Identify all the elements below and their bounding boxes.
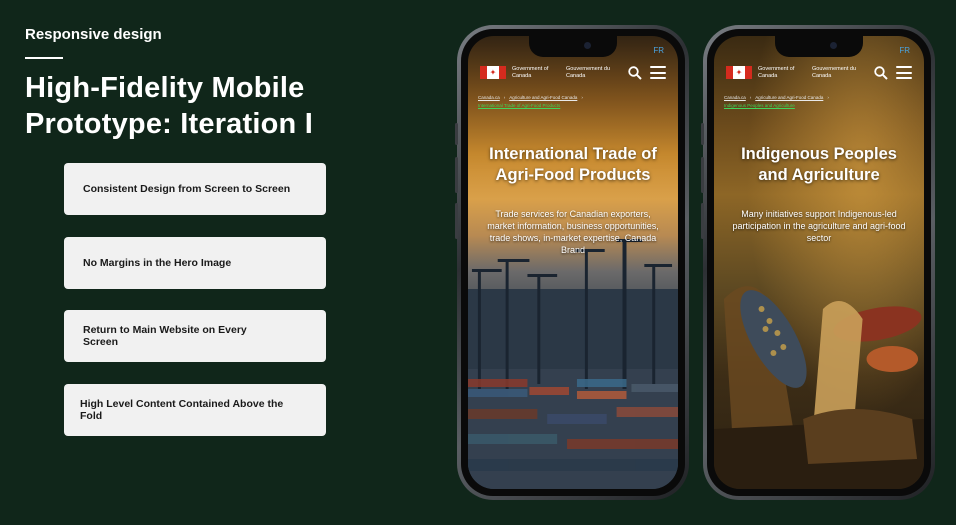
phone-volume-up [455, 157, 458, 193]
page-title-line-1: High-Fidelity Mobile [25, 72, 305, 104]
search-icon[interactable] [874, 66, 888, 80]
phone-side-button [701, 123, 704, 145]
phone-notch [529, 36, 617, 57]
phone-volume-down [455, 203, 458, 239]
canada-flag-icon: ✦ [726, 66, 752, 79]
hero-subtitle: Trade services for Canadian exporters, m… [487, 209, 659, 255]
camera-icon [584, 42, 591, 49]
phone-screen: FR ✦ Government of Canada Gouvernement d… [714, 36, 924, 489]
phone-mockup-indigenous: FR ✦ Government of Canada Gouvernement d… [701, 25, 935, 500]
hero-title-line-1: Indigenous Peoples [741, 145, 897, 163]
hero-subtitle: Many initiatives support Indigenous-led … [732, 209, 906, 243]
breadcrumb-link-aafc[interactable]: Agriculture and Agri-Food Canada [755, 95, 823, 100]
canada-flag-icon: ✦ [480, 66, 506, 79]
feature-card-above-fold: High Level Content Contained Above the F… [64, 384, 326, 436]
hero-title: Indigenous Peoples and Agriculture [714, 144, 924, 186]
hero-title-line-2: Agri-Food Products [495, 166, 651, 184]
phone-screen: FR ✦ Government of Canada Gouvernement d… [468, 36, 678, 489]
breadcrumb: Canada.ca › Agriculture and Agri-Food Cana… [724, 95, 829, 108]
hamburger-menu-icon[interactable] [650, 66, 666, 79]
port-cranes-image [468, 239, 678, 489]
page-title: High-Fidelity Mobile Prototype: Iteratio… [25, 70, 385, 142]
feature-card-label: No Margins in the Hero Image [83, 257, 232, 269]
camera-icon [830, 42, 837, 49]
phone-volume-up [701, 157, 704, 193]
phone-volume-down [701, 203, 704, 239]
phone-side-button [455, 123, 458, 145]
title-rule [25, 57, 63, 59]
feature-card-no-margins: No Margins in the Hero Image [64, 237, 326, 289]
hero-title: International Trade of Agri-Food Product… [468, 144, 678, 186]
phone-notch [775, 36, 863, 57]
feature-card-label: High Level Content Contained Above the F… [80, 398, 284, 422]
hamburger-menu-icon[interactable] [896, 66, 912, 79]
feature-card-label: Return to Main Website on Every Screen [83, 324, 247, 348]
feature-card-return-to-main: Return to Main Website on Every Screen [64, 310, 326, 362]
eyebrow-label: Responsive design [25, 26, 162, 43]
breadcrumb: Canada.ca › Agriculture and Agri-Food Cana… [478, 95, 583, 108]
hero-title-line-2: and Agriculture [758, 166, 880, 184]
breadcrumb-link-canada[interactable]: Canada.ca [478, 95, 500, 100]
page-title-line-2: Prototype: Iteration I [25, 108, 313, 140]
breadcrumb-link-canada[interactable]: Canada.ca [724, 95, 746, 100]
phone-mockup-trade: FR ✦ Government of Canada Gouvernement d… [455, 25, 689, 500]
search-icon[interactable] [628, 66, 642, 80]
feature-card-consistent-design: Consistent Design from Screen to Screen [64, 163, 326, 215]
breadcrumb-current[interactable]: International Trade of Agri-Food Product… [478, 103, 560, 108]
french-toggle-link[interactable]: FR [653, 46, 664, 55]
gov-name-fr: Gouvernement du Canada [812, 66, 857, 79]
corn-harvest-image [714, 286, 924, 489]
feature-card-label: Consistent Design from Screen to Screen [83, 183, 291, 195]
breadcrumb-link-aafc[interactable]: Agriculture and Agri-Food Canada [509, 95, 577, 100]
hero-title-line-1: International Trade of [489, 145, 657, 163]
gov-name-en: Government of Canada [512, 66, 549, 79]
gov-name-fr: Gouvernement du Canada [566, 66, 611, 79]
breadcrumb-current[interactable]: Indigenous Peoples and Agriculture [724, 103, 795, 108]
gov-name-en: Government of Canada [758, 66, 795, 79]
french-toggle-link[interactable]: FR [899, 46, 910, 55]
